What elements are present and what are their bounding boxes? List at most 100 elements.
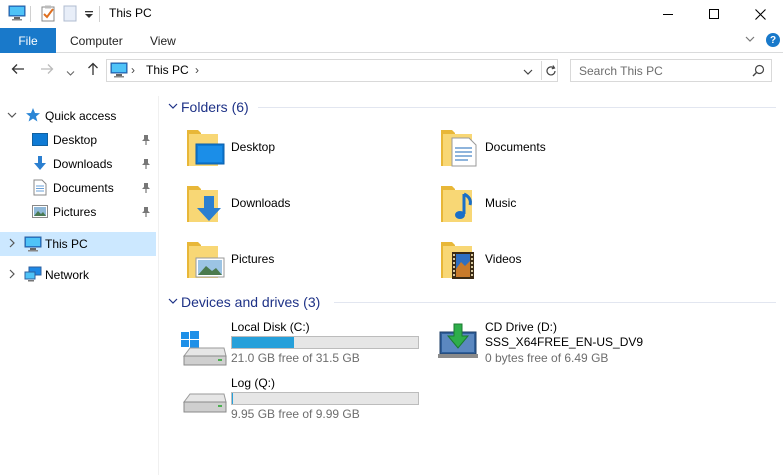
documents-icon bbox=[33, 179, 47, 199]
nav-item-label: Downloads bbox=[53, 157, 113, 171]
nav-item-desktop[interactable]: Desktop bbox=[0, 129, 156, 151]
nav-this-pc[interactable]: This PC bbox=[0, 232, 156, 256]
network-icon bbox=[24, 266, 42, 286]
desktop-icon bbox=[32, 133, 48, 150]
group-collapse-chevron-icon[interactable] bbox=[168, 296, 180, 309]
this-pc-icon bbox=[110, 62, 128, 81]
this-pc-app-icon[interactable] bbox=[8, 5, 26, 24]
address-root-chevron-icon[interactable]: › bbox=[131, 63, 135, 77]
group-collapse-chevron-icon[interactable] bbox=[168, 101, 180, 114]
pin-icon[interactable] bbox=[141, 134, 151, 149]
folder-label: Desktop bbox=[231, 140, 276, 154]
folder-tile-music[interactable]: Music bbox=[438, 180, 678, 228]
folder-label: Pictures bbox=[231, 252, 275, 266]
tab-file[interactable]: File bbox=[0, 28, 56, 53]
downloads-icon bbox=[32, 155, 48, 175]
this-pc-icon bbox=[24, 236, 42, 255]
breadcrumb-this-pc[interactable]: This PC bbox=[146, 63, 189, 77]
drive-usage-bar bbox=[231, 336, 419, 349]
new-folder-icon[interactable] bbox=[63, 5, 77, 25]
tab-computer[interactable]: Computer bbox=[70, 34, 123, 48]
ribbon-tabs: File Computer View ? bbox=[0, 28, 783, 53]
pin-icon[interactable] bbox=[141, 206, 151, 221]
group-divider bbox=[258, 107, 776, 108]
collapsed-chevron-icon[interactable] bbox=[7, 238, 17, 251]
up-button[interactable] bbox=[86, 62, 100, 79]
pane-divider[interactable] bbox=[158, 96, 159, 475]
expanded-chevron-icon[interactable] bbox=[7, 110, 17, 123]
windows-drive-icon bbox=[180, 320, 228, 371]
expand-ribbon-icon[interactable] bbox=[744, 33, 756, 48]
desktop-folder-icon bbox=[184, 124, 228, 173]
group-divider bbox=[334, 302, 776, 303]
drives-group-header[interactable]: Devices and drives (3) bbox=[168, 292, 320, 312]
collapsed-chevron-icon[interactable] bbox=[7, 269, 17, 282]
videos-folder-icon bbox=[438, 236, 482, 285]
close-button[interactable] bbox=[737, 0, 783, 28]
drive-tile-cd-drive-d[interactable]: CD Drive (D:) SSS_X64FREE_EN-US_DV9 0 by… bbox=[434, 320, 684, 370]
breadcrumb-chevron-icon[interactable]: › bbox=[195, 63, 199, 77]
pictures-icon bbox=[32, 205, 48, 221]
drive-free-space: 9.95 GB free of 9.99 GB bbox=[231, 407, 360, 421]
nav-quick-access[interactable]: Quick access bbox=[0, 105, 156, 127]
cd-drive-icon bbox=[434, 320, 482, 371]
nav-item-label: Documents bbox=[53, 181, 114, 195]
drive-tile-local-disk-c[interactable]: Local Disk (C:) 21.0 GB free of 31.5 GB bbox=[180, 320, 430, 370]
pin-icon[interactable] bbox=[141, 182, 151, 197]
folder-label: Downloads bbox=[231, 196, 291, 210]
folder-tile-videos[interactable]: Videos bbox=[438, 236, 678, 284]
search-icon[interactable] bbox=[752, 64, 765, 80]
folders-group-title: Folders (6) bbox=[181, 99, 249, 115]
properties-icon[interactable] bbox=[40, 5, 56, 25]
tab-view[interactable]: View bbox=[150, 34, 176, 48]
drives-group-title: Devices and drives (3) bbox=[181, 294, 321, 310]
drive-usage-fill bbox=[232, 393, 233, 404]
drive-usage-bar bbox=[231, 392, 419, 405]
minimize-button[interactable] bbox=[645, 0, 691, 28]
nav-item-documents[interactable]: Documents bbox=[0, 177, 156, 199]
folder-label: Music bbox=[485, 196, 517, 210]
search-input[interactable]: Search This PC bbox=[579, 64, 663, 78]
nav-item-label: Desktop bbox=[53, 133, 98, 147]
folder-tile-pictures[interactable]: Pictures bbox=[184, 236, 424, 284]
drive-free-space: 0 bytes free of 6.49 GB bbox=[485, 351, 609, 365]
title-bar: This PC bbox=[0, 0, 783, 28]
address-dropdown-icon[interactable] bbox=[523, 65, 533, 79]
address-bar[interactable]: › This PC › bbox=[106, 59, 558, 82]
maximize-button[interactable] bbox=[691, 0, 737, 28]
refresh-button[interactable] bbox=[541, 61, 559, 80]
hard-drive-icon bbox=[180, 376, 228, 427]
nav-this-pc-label: This PC bbox=[45, 237, 88, 251]
navigation-pane: Quick access Desktop Downloads Documents bbox=[0, 96, 158, 475]
back-button[interactable] bbox=[11, 62, 25, 79]
downloads-folder-icon bbox=[184, 180, 228, 229]
nav-quick-access-label: Quick access bbox=[45, 109, 117, 123]
folder-tile-documents[interactable]: Documents bbox=[438, 124, 678, 172]
nav-item-pictures[interactable]: Pictures bbox=[0, 201, 156, 223]
nav-item-label: Pictures bbox=[53, 205, 97, 219]
drive-volume-label: SSS_X64FREE_EN-US_DV9 bbox=[485, 335, 644, 349]
folders-group-header[interactable]: Folders (6) bbox=[168, 97, 249, 117]
nav-network[interactable]: Network bbox=[0, 264, 156, 286]
drive-tile-log-q[interactable]: Log (Q:) 9.95 GB free of 9.99 GB bbox=[180, 376, 430, 426]
window-title: This PC bbox=[109, 6, 152, 20]
drive-usage-fill bbox=[232, 337, 294, 348]
recent-locations-icon[interactable] bbox=[66, 66, 75, 80]
nav-network-label: Network bbox=[45, 268, 90, 282]
drive-name: Local Disk (C:) bbox=[231, 320, 310, 334]
folder-label: Documents bbox=[485, 140, 546, 154]
folder-tile-desktop[interactable]: Desktop bbox=[184, 124, 424, 172]
drive-name: Log (Q:) bbox=[231, 376, 276, 390]
search-box[interactable]: Search This PC bbox=[570, 59, 772, 82]
drive-name: CD Drive (D:) bbox=[485, 320, 557, 334]
star-icon bbox=[25, 107, 41, 126]
documents-folder-icon bbox=[438, 124, 482, 173]
forward-button[interactable] bbox=[40, 62, 54, 79]
nav-item-downloads[interactable]: Downloads bbox=[0, 153, 156, 175]
pin-icon[interactable] bbox=[141, 158, 151, 173]
pictures-folder-icon bbox=[184, 236, 228, 285]
help-button[interactable]: ? bbox=[766, 33, 780, 47]
folder-label: Videos bbox=[485, 252, 522, 266]
customize-toolbar-icon[interactable] bbox=[84, 9, 94, 23]
folder-tile-downloads[interactable]: Downloads bbox=[184, 180, 424, 228]
